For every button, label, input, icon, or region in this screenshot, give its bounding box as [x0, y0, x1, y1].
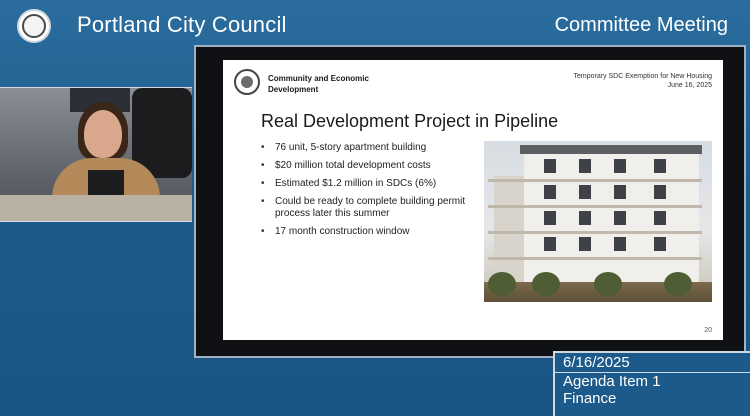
department-label: Community and Economic Development [268, 74, 369, 94]
list-item: Could be ready to complete building perm… [261, 196, 471, 220]
speaker-video [0, 87, 192, 222]
slide-meta: Temporary SDC Exemption for New Housing … [574, 72, 713, 90]
city-seal-icon [17, 9, 51, 43]
building-rendering-image [484, 141, 712, 302]
list-item: Estimated $1.2 million in SDCs (6%) [261, 178, 471, 190]
slide-title: Real Development Project in Pipeline [261, 111, 559, 131]
page-title: Portland City Council [77, 12, 287, 37]
slide-meta-date: June 16, 2025 [667, 82, 712, 89]
list-item: 17 month construction window [261, 226, 471, 238]
lower-third-info: 6/16/2025 Agenda Item 1 Finance [553, 351, 750, 416]
agenda-topic: Finance [563, 390, 617, 407]
list-item: 76 unit, 5-story apartment building [261, 142, 471, 154]
presentation-frame: Community and Economic Development Tempo… [194, 45, 746, 358]
list-item: $20 million total development costs [261, 160, 471, 172]
bullet-list: 76 unit, 5-story apartment building $20 … [261, 142, 471, 244]
slide-page-number: 20 [704, 327, 712, 334]
meeting-type-label: Committee Meeting [554, 14, 728, 36]
agenda-item-label: Agenda Item 1 [563, 373, 661, 390]
slide-meta-title: Temporary SDC Exemption for New Housing [573, 73, 713, 80]
presentation-slide: Community and Economic Development Tempo… [223, 60, 723, 340]
city-seal-icon [234, 69, 260, 95]
meeting-date: 6/16/2025 [563, 354, 630, 371]
